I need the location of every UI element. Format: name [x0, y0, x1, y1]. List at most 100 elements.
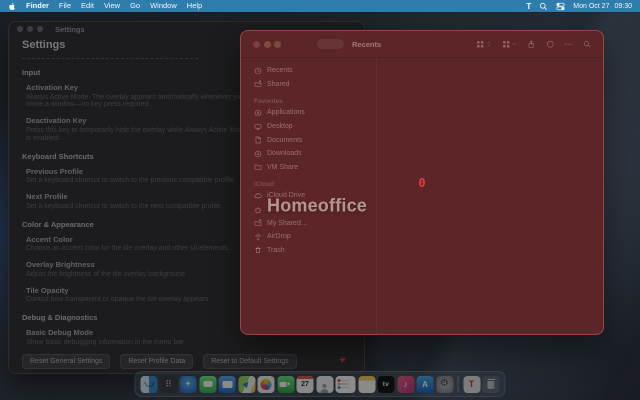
updown-icon — [487, 41, 490, 47]
menu-bar-clock[interactable]: Mon Oct 27 09:30 — [573, 3, 632, 10]
settings-titlebar-title: Settings — [55, 24, 85, 34]
search-icon[interactable] — [583, 40, 592, 49]
sidebar-group-header: iCloud — [254, 181, 275, 189]
menu-bar: Finder File Edit View Go Window Help T Mon Oct… — [0, 0, 640, 12]
setting-description: Set a keyboard shortcut to switch to the… — [26, 177, 236, 185]
sidebar-item-desktop[interactable]: Desktop — [241, 120, 376, 134]
sidebar-item-airdrop[interactable]: AirDrop — [241, 230, 376, 244]
dock-trash-icon[interactable] — [482, 375, 500, 393]
dock-tv-icon[interactable]: tv — [377, 375, 395, 393]
sidebar-item-label: Recents — [267, 67, 293, 75]
grid-icon — [502, 40, 509, 48]
tile-key-hint: 0 — [418, 175, 426, 190]
dock-notes-icon[interactable] — [358, 375, 375, 393]
dock-contacts-icon[interactable] — [316, 375, 333, 393]
apple-logo-icon — [9, 2, 15, 10]
sidebar-item-label: Desktop — [267, 123, 293, 131]
dock-maps-icon[interactable] — [238, 375, 255, 393]
sidebar-item-label: VM Share — [267, 163, 299, 171]
more-icon — [565, 43, 572, 45]
dock-safari-icon[interactable]: ✦ — [179, 375, 197, 393]
sidebar-item-recents[interactable]: Recents — [241, 64, 376, 78]
setting-description: Show basic debugging information in the … — [26, 338, 184, 346]
sidebar-item-label: Trash — [267, 246, 285, 254]
trash-icon — [255, 247, 261, 254]
sidebar-item-documents[interactable]: Documents — [241, 133, 376, 147]
finder-titlebar: Recents — [241, 31, 603, 58]
chevron-down-icon — [512, 43, 516, 45]
shared-folder-icon — [254, 80, 262, 88]
reset-profile-data-button[interactable]: Reset Profile Data — [120, 354, 194, 369]
reset-general-settings-button[interactable]: Reset General Settings — [22, 354, 111, 369]
spotlight-search-icon[interactable] — [539, 2, 548, 11]
reset-to-default-settings-button[interactable]: Reset to Default Settings — [203, 354, 297, 369]
airdrop-icon — [255, 234, 261, 240]
tag-icon — [546, 40, 554, 48]
menu-item-go[interactable]: Go — [130, 0, 140, 12]
tiling-app-menu-icon[interactable]: T — [526, 2, 531, 11]
dock-facetime-icon[interactable] — [277, 375, 294, 393]
profile-name-label: Homeoffice — [266, 195, 368, 216]
sidebar-item-label: Applications — [267, 109, 305, 117]
minimize-button[interactable] — [263, 40, 271, 48]
setting-description: Control how transparent or opaque the ti… — [26, 296, 209, 304]
dock-divider — [457, 376, 459, 392]
dock-launchpad-icon[interactable]: ⠿ — [160, 375, 177, 393]
tag-icon[interactable] — [546, 40, 555, 49]
dock-tiling-app-icon[interactable]: T — [463, 375, 480, 393]
dock-music-icon[interactable]: ♪ — [397, 375, 414, 393]
menu-bar-status: T Mon Oct 27 09:30 — [526, 2, 632, 11]
menu-bar-left: Finder File Edit View Go Window Help — [8, 0, 202, 12]
search-icon — [583, 40, 590, 48]
menu-item-window[interactable]: Window — [150, 0, 177, 12]
menu-item-edit[interactable]: Edit — [81, 0, 94, 12]
clock-icon — [254, 67, 262, 75]
desktop-icon — [254, 123, 262, 130]
view-options-icon[interactable] — [476, 40, 492, 49]
close-button[interactable] — [253, 40, 260, 48]
sidebar-item-downloads[interactable]: Downloads — [241, 147, 376, 161]
sidebar-item-vm-share[interactable]: VM Share — [241, 161, 376, 175]
finder-traffic-lights — [253, 40, 281, 48]
dock-messages-icon[interactable] — [199, 375, 216, 393]
back-forward-control[interactable] — [317, 39, 344, 49]
sidebar-item-applications[interactable]: Applications — [241, 106, 376, 120]
sidebar-item-trash[interactable]: Trash — [241, 244, 376, 258]
settings-footer: Reset General Settings Reset Profile Data… — [22, 354, 297, 369]
control-center-icon[interactable] — [556, 2, 565, 11]
tile-overlay: Recents Recents Shared Favorites Applicatio… — [240, 30, 604, 335]
dock-calendar-icon[interactable]: 27 — [296, 375, 314, 393]
apple-menu[interactable] — [8, 2, 16, 11]
app-logo-icon: ✳ — [339, 356, 347, 366]
menu-item-finder[interactable]: Finder — [26, 0, 49, 12]
dock-photos-icon[interactable] — [257, 375, 275, 393]
minimize-button[interactable] — [27, 26, 33, 32]
dock-reminders-icon[interactable] — [335, 375, 356, 393]
zoom-button[interactable] — [37, 26, 43, 32]
dock-finder-icon[interactable] — [140, 375, 158, 393]
document-icon — [255, 136, 261, 144]
dock-mail-icon[interactable] — [218, 375, 236, 393]
dock-appstore-icon[interactable]: A — [416, 375, 434, 393]
close-button[interactable] — [17, 26, 23, 32]
menu-item-view[interactable]: View — [104, 0, 120, 12]
finder-toolbar — [476, 40, 591, 49]
menu-item-file[interactable]: File — [59, 0, 71, 12]
setting-description: Adjust the brightness of the tile overla… — [26, 270, 185, 278]
menu-bar-time: 09:30 — [614, 2, 632, 10]
desktop: Finder File Edit View Go Window Help T Mon Oct… — [0, 0, 640, 400]
menu-item-help[interactable]: Help — [187, 0, 202, 12]
setting-description: Press this key to temporarily hide the o… — [26, 126, 247, 142]
sidebar-item-label: Shared — [267, 80, 290, 88]
grid-icon — [477, 40, 484, 48]
sidebar-item-label: AirDrop — [267, 233, 291, 241]
zoom-button[interactable] — [274, 40, 281, 48]
sidebar-item-shared[interactable]: Shared — [241, 78, 376, 92]
dock-settings-icon[interactable]: ⚙ — [436, 375, 453, 393]
group-icon[interactable] — [502, 40, 518, 49]
sidebar-item-my-shared-[interactable]: My Shared… — [241, 216, 376, 230]
more-icon[interactable] — [564, 40, 573, 49]
share-icon[interactable] — [527, 40, 536, 49]
sidebar-group-header: Favorites — [254, 98, 283, 106]
folder-icon — [254, 165, 262, 171]
